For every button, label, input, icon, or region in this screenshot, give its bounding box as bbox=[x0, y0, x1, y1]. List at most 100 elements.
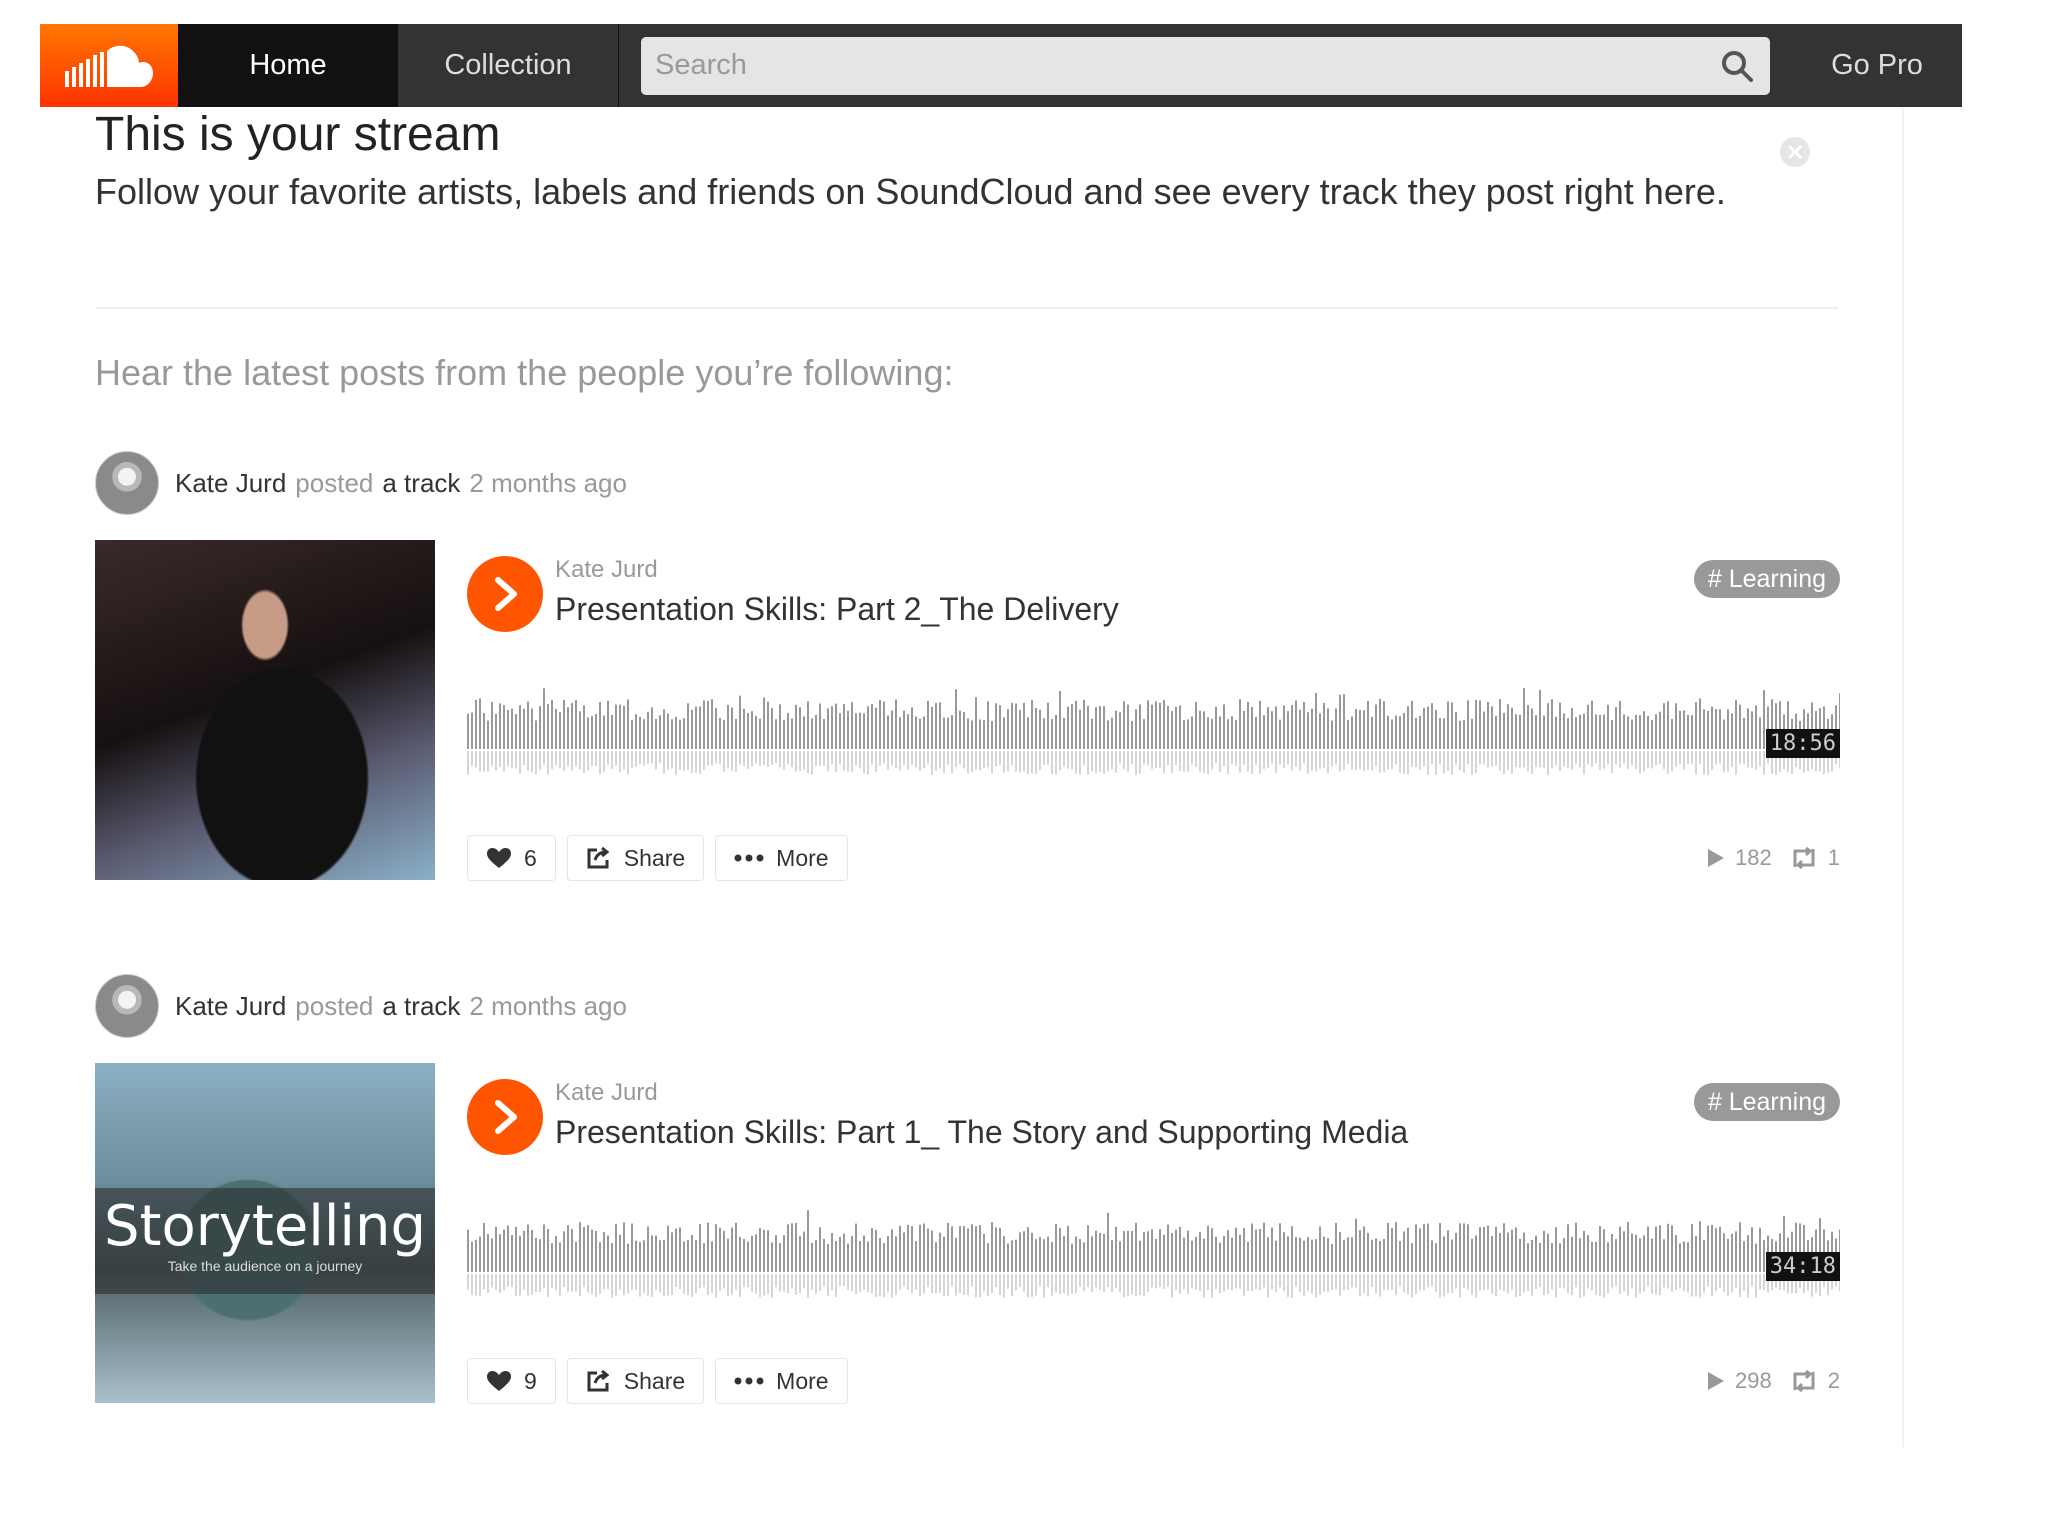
waveform-bar bbox=[683, 718, 685, 749]
nav-home-tab[interactable]: Home bbox=[178, 24, 398, 107]
post-time: 2 months ago bbox=[469, 990, 627, 1021]
waveform-reflection-bar bbox=[1211, 751, 1213, 770]
waveform-bar bbox=[1315, 1239, 1317, 1272]
search-input[interactable] bbox=[641, 36, 1770, 95]
genre-tag[interactable]: # Learning bbox=[1693, 560, 1840, 598]
waveform-reflection-bar bbox=[1435, 1274, 1437, 1292]
waveform-reflection-bar bbox=[1611, 751, 1613, 774]
waveform-bar bbox=[1183, 1237, 1185, 1272]
more-button[interactable]: More bbox=[715, 1358, 848, 1404]
waveform-reflection-bar bbox=[1655, 751, 1657, 766]
waveform-reflection-bar bbox=[751, 751, 753, 767]
waveform-bar bbox=[627, 699, 629, 749]
like-button[interactable]: 6 bbox=[467, 835, 556, 881]
avatar[interactable] bbox=[95, 451, 159, 515]
waveform-bar bbox=[723, 1230, 725, 1272]
like-button[interactable]: 9 bbox=[467, 1358, 556, 1404]
waveform[interactable]: 34:18 bbox=[467, 1202, 1841, 1312]
waveform-reflection-bar bbox=[1143, 751, 1145, 765]
waveform-reflection-bar bbox=[1331, 1274, 1333, 1290]
waveform-reflection-bar bbox=[787, 751, 789, 765]
waveform-bar bbox=[1427, 706, 1429, 749]
waveform-bar bbox=[651, 707, 653, 749]
waveform-bar bbox=[531, 708, 533, 749]
waveform-reflection-bar bbox=[815, 1274, 817, 1294]
go-pro-link[interactable]: Go Pro bbox=[1792, 24, 1962, 107]
waveform-reflection-bar bbox=[643, 751, 645, 766]
waveform-reflection-bar bbox=[1031, 751, 1033, 774]
waveform-bar bbox=[679, 719, 681, 749]
waveform-bar bbox=[791, 1223, 793, 1272]
track-artwork[interactable] bbox=[95, 540, 435, 880]
waveform-bar bbox=[1419, 1228, 1421, 1272]
waveform-bar bbox=[1667, 701, 1669, 749]
play-button[interactable] bbox=[467, 1079, 543, 1155]
waveform-bar bbox=[1063, 1236, 1065, 1272]
waveform-reflection-bar bbox=[1539, 1274, 1541, 1288]
waveform-bar bbox=[927, 700, 929, 749]
waveform[interactable]: 18:56 bbox=[467, 679, 1841, 789]
waveform-bar bbox=[867, 706, 869, 749]
waveform-bar bbox=[1367, 700, 1369, 749]
waveform-bar bbox=[1247, 1241, 1249, 1272]
play-button[interactable] bbox=[467, 556, 543, 632]
waveform-reflection-bar bbox=[911, 751, 913, 765]
waveform-reflection-bar bbox=[1171, 1274, 1173, 1298]
waveform-reflection-bar bbox=[1323, 1274, 1325, 1292]
track-title-link[interactable]: Presentation Skills: Part 1_ The Story a… bbox=[555, 1114, 1408, 1151]
waveform-bar bbox=[671, 1232, 673, 1272]
waveform-bar bbox=[1223, 1235, 1225, 1272]
waveform-bar bbox=[1611, 719, 1613, 749]
waveform-reflection-bar bbox=[971, 751, 973, 773]
waveform-bars bbox=[467, 1210, 1841, 1298]
track-artwork[interactable]: Storytelling Take the audience on a jour… bbox=[95, 1063, 435, 1403]
waveform-reflection-bar bbox=[1303, 751, 1305, 764]
avatar[interactable] bbox=[95, 974, 159, 1038]
waveform-reflection-bar bbox=[703, 751, 705, 770]
waveform-reflection-bar bbox=[619, 751, 621, 773]
waveform-reflection-bar bbox=[671, 751, 673, 769]
poster-name-link[interactable]: Kate Jurd bbox=[175, 468, 286, 499]
waveform-reflection-bar bbox=[671, 1274, 673, 1295]
waveform-reflection-bar bbox=[1675, 1274, 1677, 1290]
waveform-bar bbox=[1735, 700, 1737, 749]
waveform-bar bbox=[1031, 700, 1033, 749]
waveform-bar bbox=[1511, 707, 1513, 749]
waveform-reflection-bar bbox=[555, 1274, 557, 1291]
waveform-reflection-bar bbox=[1111, 1274, 1113, 1293]
waveform-bar bbox=[1555, 1227, 1557, 1272]
waveform-bar bbox=[1463, 1223, 1465, 1272]
waveform-bar bbox=[1099, 1232, 1101, 1272]
share-button[interactable]: Share bbox=[566, 1358, 705, 1404]
track-artist-link[interactable]: Kate Jurd bbox=[555, 556, 658, 584]
share-button[interactable]: Share bbox=[566, 835, 705, 881]
genre-tag[interactable]: # Learning bbox=[1693, 1083, 1840, 1121]
waveform-bar bbox=[1743, 717, 1745, 749]
waveform-bar bbox=[911, 707, 913, 749]
waveform-bar bbox=[1099, 706, 1101, 749]
waveform-reflection-bar bbox=[899, 1274, 901, 1290]
waveform-bar bbox=[1559, 702, 1561, 749]
waveform-reflection-bar bbox=[475, 1274, 477, 1296]
waveform-reflection-bar bbox=[551, 751, 553, 769]
waveform-reflection-bar bbox=[1243, 751, 1245, 765]
track-artist-link[interactable]: Kate Jurd bbox=[555, 1079, 658, 1107]
waveform-reflection-bar bbox=[955, 751, 957, 768]
waveform-reflection-bar bbox=[1631, 1274, 1633, 1289]
waveform-bar bbox=[1455, 711, 1457, 749]
waveform-reflection-bar bbox=[723, 1274, 725, 1289]
soundcloud-logo-icon[interactable] bbox=[40, 24, 178, 107]
waveform-bar bbox=[1699, 1221, 1701, 1272]
waveform-bar bbox=[1735, 1231, 1737, 1272]
waveform-reflection-bar bbox=[1715, 1274, 1717, 1292]
waveform-bar bbox=[1315, 693, 1317, 749]
close-icon[interactable] bbox=[1778, 135, 1812, 169]
waveform-reflection-bar bbox=[1295, 1274, 1297, 1287]
track-title-link[interactable]: Presentation Skills: Part 2_The Delivery bbox=[555, 591, 1119, 628]
nav-collection-tab[interactable]: Collection bbox=[398, 24, 619, 107]
poster-name-link[interactable]: Kate Jurd bbox=[175, 991, 286, 1022]
more-button[interactable]: More bbox=[715, 835, 848, 881]
waveform-bar bbox=[1675, 703, 1677, 749]
waveform-reflection-bar bbox=[583, 751, 585, 773]
search-icon[interactable] bbox=[1720, 49, 1754, 83]
